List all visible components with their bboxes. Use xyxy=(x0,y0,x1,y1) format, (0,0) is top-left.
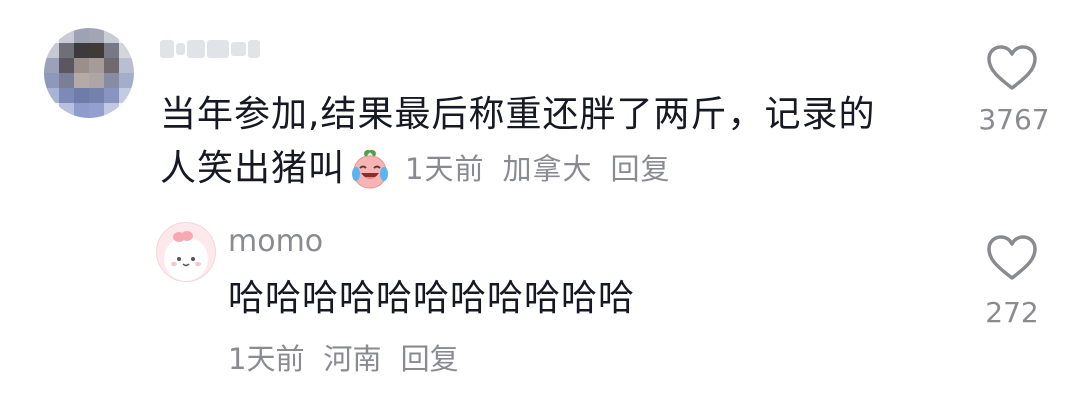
reply-username[interactable]: momo xyxy=(228,224,323,259)
username-blurred[interactable] xyxy=(160,36,260,62)
comment-time: 1天前 xyxy=(405,152,485,186)
reply-time: 1天前 xyxy=(228,342,305,376)
pink-character-avatar-icon xyxy=(164,231,208,281)
reply-button[interactable]: 回复 xyxy=(610,142,670,196)
reply-reply-button[interactable]: 回复 xyxy=(401,342,459,376)
comment-text: 当年参加,结果最后称重还胖了两斤，记录的 人笑出猪叫 1天前 加拿大 回复 xyxy=(160,88,920,196)
like-button[interactable] xyxy=(985,44,1043,90)
reply-like-button[interactable] xyxy=(985,234,1043,280)
reply-text: 哈哈哈哈哈哈哈哈哈哈哈 xyxy=(228,278,636,319)
comment-location: 加拿大 xyxy=(502,152,593,186)
heart-icon xyxy=(987,45,1037,90)
heart-icon xyxy=(987,235,1037,280)
crying-laughing-peach-emoji-icon xyxy=(349,148,391,190)
comment-text-line1: 当年参加,结果最后称重还胖了两斤，记录的 xyxy=(160,94,876,135)
reply-like-count: 272 xyxy=(985,296,1039,329)
reply-avatar[interactable] xyxy=(156,222,216,282)
reply-location: 河南 xyxy=(323,342,382,376)
avatar[interactable] xyxy=(44,28,134,118)
like-count: 3767 xyxy=(978,103,1050,136)
comment-text-line2: 人笑出猪叫 xyxy=(160,148,346,189)
